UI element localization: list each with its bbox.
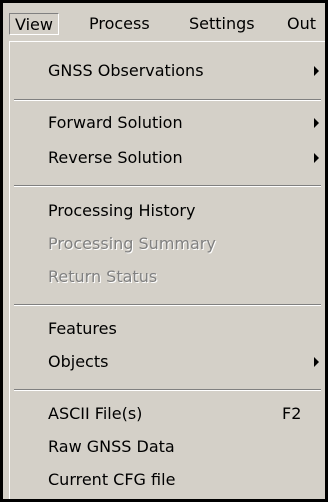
menu-item-current-cfg-file[interactable]: Current CFG file	[10, 465, 325, 495]
menu-item-label: Processing Summary	[48, 234, 216, 253]
menu-item-forward-solution[interactable]: Forward Solution	[10, 108, 325, 138]
menu-item-reverse-solution[interactable]: Reverse Solution	[10, 143, 325, 173]
menu-item-objects[interactable]: Objects	[10, 347, 325, 377]
submenu-arrow-icon	[314, 66, 319, 76]
menu-item-label: Reverse Solution	[48, 148, 183, 167]
menu-separator	[14, 99, 321, 101]
menu-item-label: ASCII File(s)	[48, 404, 143, 423]
menu-item-gnss-observations[interactable]: GNSS Observations	[10, 56, 325, 86]
view-dropdown-menu: GNSS Observations Forward Solution Rever…	[9, 41, 325, 499]
menu-view[interactable]: View	[9, 13, 59, 35]
menu-item-label: Return Status	[48, 267, 158, 286]
shortcut-label: F2	[282, 404, 302, 423]
menu-item-label: Objects	[48, 352, 109, 371]
menu-item-label: Processing History	[48, 201, 196, 220]
menu-item-ascii-files[interactable]: ASCII File(s) F2	[10, 399, 325, 429]
menu-item-processing-history[interactable]: Processing History	[10, 196, 325, 226]
menu-item-features[interactable]: Features	[10, 314, 325, 344]
menu-item-return-status: Return Status	[10, 262, 325, 292]
menu-item-label: Current CFG file	[48, 470, 176, 489]
menu-separator	[14, 304, 321, 306]
menu-item-raw-gnss-data[interactable]: Raw GNSS Data	[10, 432, 325, 462]
menu-item-label: Features	[48, 319, 117, 338]
application-window: View Process Settings Out GNSS Observati…	[3, 3, 325, 499]
menu-item-processing-summary: Processing Summary	[10, 229, 325, 259]
menu-output[interactable]: Out	[282, 13, 321, 35]
submenu-arrow-icon	[314, 357, 319, 367]
submenu-arrow-icon	[314, 153, 319, 163]
menu-bar: View Process Settings Out	[3, 3, 325, 41]
menu-item-label: Raw GNSS Data	[48, 437, 175, 456]
menu-item-label: GNSS Observations	[48, 61, 204, 80]
menu-settings[interactable]: Settings	[184, 13, 260, 35]
menu-separator	[14, 185, 321, 187]
menu-process[interactable]: Process	[84, 13, 155, 35]
menu-item-label: Forward Solution	[48, 113, 183, 132]
submenu-arrow-icon	[314, 118, 319, 128]
menu-separator	[14, 389, 321, 391]
